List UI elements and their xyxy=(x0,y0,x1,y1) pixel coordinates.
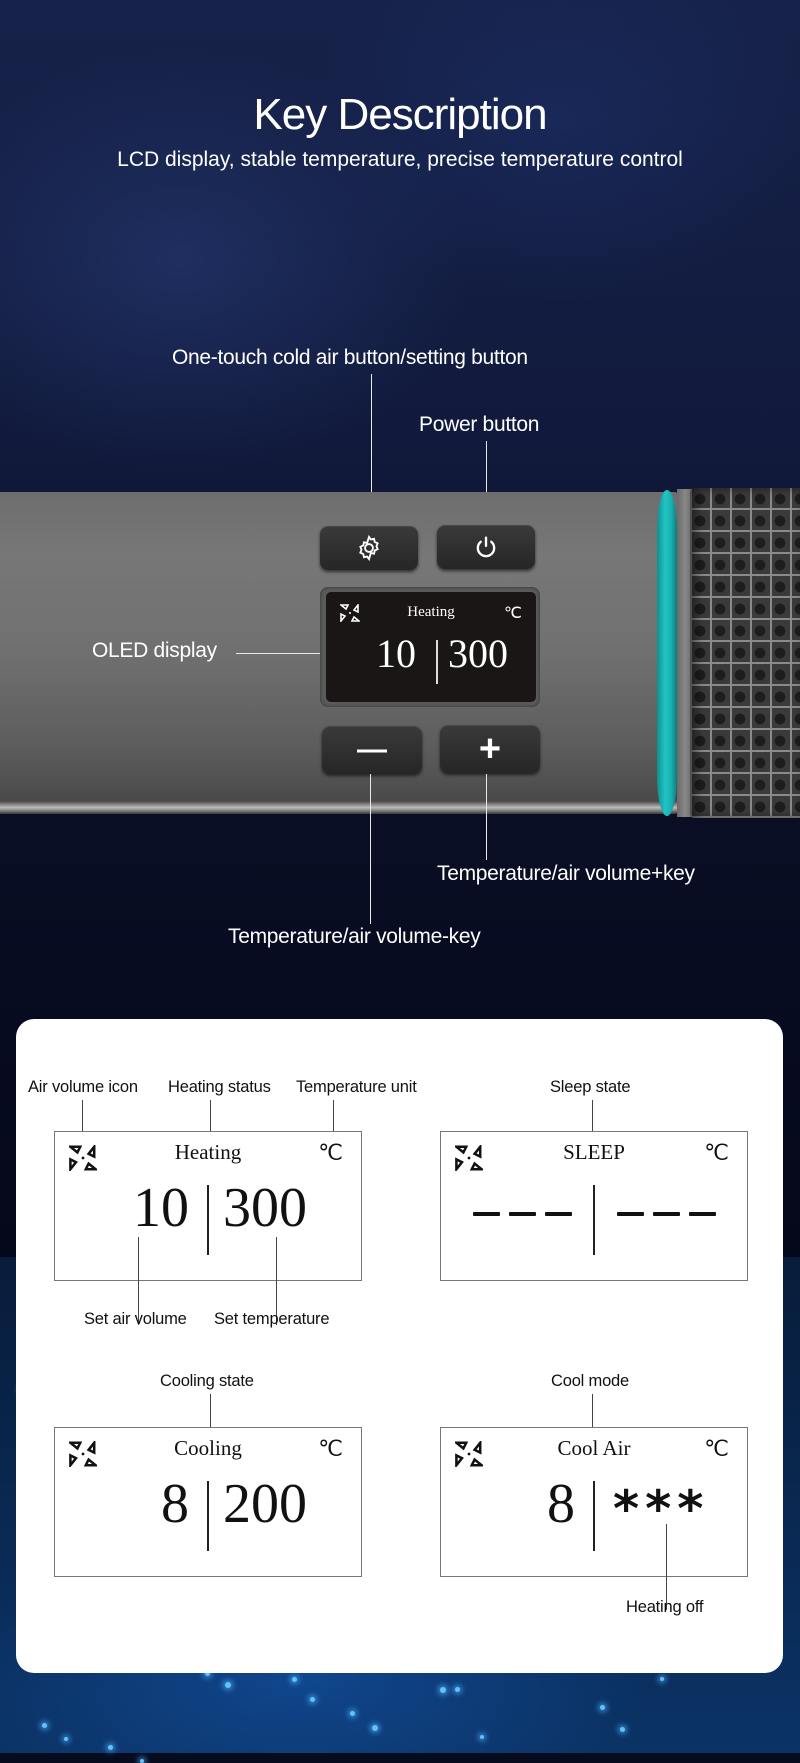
minus-icon: — xyxy=(357,733,387,766)
callout-setting-button: One-touch cold air button/setting button xyxy=(172,346,528,369)
lcd-air-volume: 10 xyxy=(133,1177,189,1239)
lcd-separator xyxy=(593,1481,595,1551)
page-subtitle: LCD display, stable temperature, precise… xyxy=(117,148,683,171)
lcd-status: Cool Air xyxy=(557,1436,631,1460)
oled-separator xyxy=(436,640,438,684)
lcd-separator xyxy=(207,1481,209,1551)
lcd-temperature: 200 xyxy=(223,1473,307,1535)
accent-ring xyxy=(657,490,677,816)
lcd-unit: ℃ xyxy=(318,1436,343,1461)
glow-dot xyxy=(350,1711,355,1716)
glow-dot xyxy=(42,1723,47,1728)
label-set-temperature: Set temperature xyxy=(214,1310,330,1328)
lcd-status: Cooling xyxy=(174,1436,242,1460)
glow-dot xyxy=(310,1697,315,1702)
lcd-unit: ℃ xyxy=(704,1436,729,1461)
plus-key[interactable]: + xyxy=(440,725,540,773)
label-air-volume-icon: Air volume icon xyxy=(28,1078,138,1096)
label-heating-off: Heating off xyxy=(626,1598,704,1616)
lcd-air-volume: 8 xyxy=(547,1473,575,1535)
label-heating-status: Heating status xyxy=(168,1078,271,1096)
lcd-dash xyxy=(653,1212,680,1216)
glow-dot xyxy=(440,1687,446,1693)
callout-minus-key: Temperature/air volume-key xyxy=(228,925,481,948)
glow-dot xyxy=(600,1705,605,1710)
lcd-dash xyxy=(617,1212,644,1216)
glow-dot xyxy=(108,1745,113,1750)
lcd-unit: ℃ xyxy=(704,1140,729,1165)
lcd-unit: ℃ xyxy=(318,1140,343,1165)
air-intake-mesh xyxy=(690,488,800,818)
callout-power-button: Power button xyxy=(419,413,540,436)
lcd-dash xyxy=(509,1212,536,1216)
callout-line xyxy=(486,774,487,860)
glow-dot xyxy=(620,1727,625,1732)
lcd-dash xyxy=(545,1212,572,1216)
lcd-panel-cooling: Cooling ℃ 8 200 xyxy=(54,1427,362,1577)
lcd-air-volume: 8 xyxy=(161,1473,189,1535)
lcd-dash xyxy=(689,1212,716,1216)
page-title: Key Description xyxy=(253,90,547,139)
glow-dot xyxy=(660,1677,664,1681)
lcd-panel-sleep: SLEEP ℃ xyxy=(440,1131,748,1281)
lcd-dash xyxy=(473,1212,500,1216)
gear-icon xyxy=(359,534,379,562)
label-sleep-state: Sleep state xyxy=(550,1078,631,1096)
callout-oled-display: OLED display xyxy=(92,639,217,662)
glow-dot xyxy=(480,1735,484,1739)
lcd-status: SLEEP xyxy=(563,1140,625,1164)
lcd-separator xyxy=(593,1185,595,1255)
setting-button[interactable] xyxy=(320,526,418,570)
display-legend-card: Air volume icon Heating status Temperatu… xyxy=(16,1019,783,1673)
glow-dot xyxy=(372,1725,378,1731)
lcd-heating-off: *** xyxy=(613,1480,710,1538)
oled-temperature: 300 xyxy=(448,631,508,676)
lcd-status: Heating xyxy=(174,1140,242,1164)
power-icon xyxy=(476,536,496,558)
callout-plus-key: Temperature/air volume+key xyxy=(437,862,695,885)
label-cooling-state: Cooling state xyxy=(160,1372,254,1390)
glow-dot xyxy=(64,1737,68,1741)
callout-line xyxy=(236,653,328,654)
label-temperature-unit: Temperature unit xyxy=(296,1078,417,1096)
glow-dot xyxy=(140,1759,144,1763)
callout-line xyxy=(370,774,371,924)
glow-dot xyxy=(455,1687,460,1692)
oled-air-volume: 10 xyxy=(376,631,416,676)
glow-dot xyxy=(225,1682,231,1688)
lcd-panel-heating: Heating ℃ 10 300 xyxy=(54,1131,362,1281)
minus-key[interactable]: — xyxy=(322,726,422,774)
oled-unit: ℃ xyxy=(504,605,522,622)
power-button[interactable] xyxy=(437,525,535,569)
plus-icon: + xyxy=(478,728,502,770)
lcd-panel-cool-air: Cool Air ℃ 8 *** xyxy=(440,1427,748,1577)
lcd-separator xyxy=(207,1185,209,1255)
label-set-air-volume: Set air volume xyxy=(84,1310,187,1328)
glow-dot xyxy=(292,1677,297,1682)
oled-display: Heating ℃ 10 300 xyxy=(326,592,536,702)
label-cool-mode: Cool mode xyxy=(551,1372,629,1390)
lcd-temperature: 300 xyxy=(223,1177,307,1239)
